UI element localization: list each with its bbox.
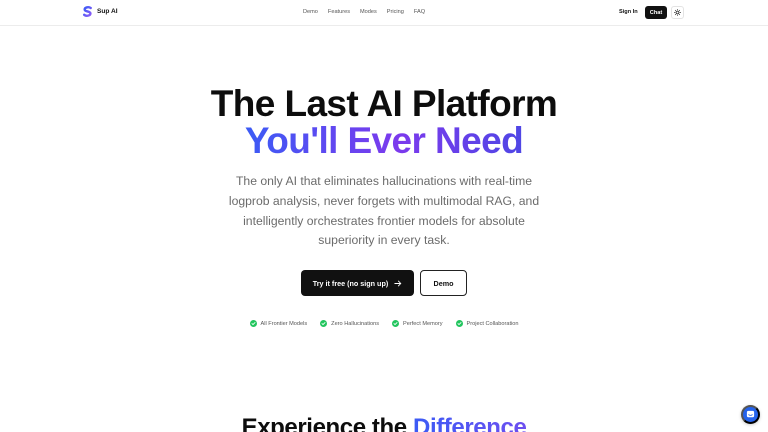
demo-button[interactable]: Demo [420, 270, 467, 296]
arrow-right-icon [394, 280, 402, 286]
support-chat-button[interactable] [741, 405, 760, 424]
feature-item: All Frontier Models [249, 320, 308, 327]
check-circle-icon [392, 320, 400, 327]
feature-item: Project Collaboration [455, 320, 519, 327]
hero-subtitle: The only AI that eliminates hallucinatio… [228, 174, 540, 248]
hero-title-gradient-text: You'll Ever Need [244, 120, 524, 161]
check-circle-icon [320, 320, 328, 327]
feature-label: Zero Hallucinations [331, 320, 380, 327]
nav-link-modes[interactable]: Modes [360, 9, 377, 15]
section-title-text: Experience the [241, 414, 414, 432]
brand-logo-icon [83, 6, 92, 17]
section-title: Experience the Difference [0, 414, 768, 432]
feature-label: Perfect Memory [403, 320, 443, 327]
try-free-button[interactable]: Try it free (no sign up) [301, 270, 414, 296]
brand-logo-link[interactable]: Sup AI [82, 6, 118, 17]
hero-title-line2: You'll Ever Need [0, 121, 768, 161]
check-circle-icon [249, 320, 257, 327]
top-nav-bar: Sup AI Demo Features Modes Pricing FAQ S… [0, 0, 768, 26]
hero-title-line1: The Last AI Platform [210, 83, 558, 124]
sun-icon [674, 9, 681, 16]
chat-bubble-icon [746, 410, 755, 418]
feature-label: Project Collaboration [466, 320, 519, 327]
nav-link-faq[interactable]: FAQ [414, 9, 425, 15]
feature-list: All Frontier Models Zero Hallucinations … [0, 320, 768, 327]
brand-name: Sup AI [97, 8, 118, 15]
nav-link-demo[interactable]: Demo [303, 9, 318, 15]
feature-item: Zero Hallucinations [320, 320, 379, 327]
cta-row: Try it free (no sign up) Demo [0, 270, 768, 296]
nav-link-pricing[interactable]: Pricing [387, 9, 404, 15]
chat-button[interactable]: Chat [645, 6, 667, 19]
feature-label: All Frontier Models [260, 320, 308, 327]
try-free-label: Try it free (no sign up) [312, 278, 389, 288]
nav-link-features[interactable]: Features [328, 9, 350, 15]
feature-item: Perfect Memory [392, 320, 443, 327]
theme-toggle-button[interactable] [671, 6, 684, 19]
section-title-highlight: Difference [413, 414, 527, 432]
sign-in-link[interactable]: Sign In [619, 9, 638, 15]
check-circle-icon [455, 320, 463, 327]
main-nav: Demo Features Modes Pricing FAQ [303, 9, 425, 15]
